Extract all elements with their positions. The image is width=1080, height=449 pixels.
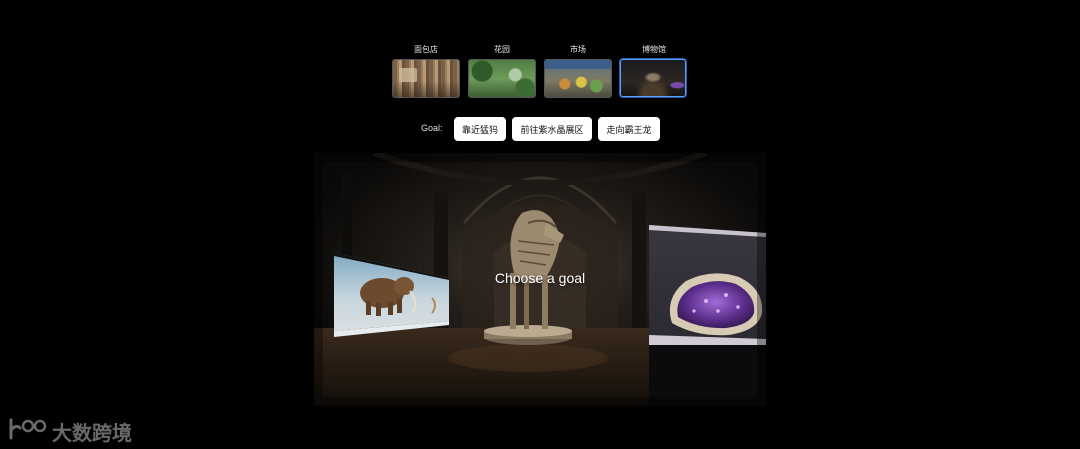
scene-selector: 面包店 花园 市场 博物馆	[392, 45, 688, 99]
scene-garden[interactable]: 花园	[468, 45, 536, 98]
scene-bakery[interactable]: 面包店	[392, 45, 460, 98]
scene-market[interactable]: 市场	[544, 45, 612, 98]
viewport-status-text: Choose a goal	[494, 270, 586, 286]
goal-button-trex[interactable]: 走向霸王龙	[598, 117, 660, 141]
scene-viewport[interactable]: Choose a goal	[314, 153, 766, 406]
scene-museum-label: 博物馆	[642, 45, 666, 54]
goal-button-amethyst[interactable]: 前往紫水晶展区	[512, 117, 592, 141]
museum-thumbnail-image[interactable]	[620, 59, 686, 97]
scene-museum[interactable]: 博物馆	[620, 45, 688, 97]
garden-thumbnail-image[interactable]	[468, 59, 536, 98]
bakery-thumbnail-image[interactable]	[392, 59, 460, 98]
goal-label: Goal:	[421, 123, 443, 133]
scene-bakery-label: 面包店	[414, 45, 438, 54]
scene-market-label: 市场	[570, 45, 586, 54]
watermark-text: 大数跨境	[52, 421, 132, 445]
watermark-logo-icon	[9, 418, 47, 440]
goal-button-mammoth[interactable]: 靠近猛犸	[454, 117, 506, 141]
market-thumbnail-image[interactable]	[544, 59, 612, 98]
scene-garden-label: 花园	[494, 45, 510, 54]
